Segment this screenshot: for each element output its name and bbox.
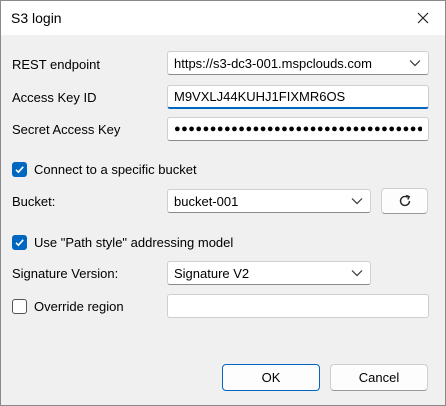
s3-login-dialog: S3 login REST endpoint https://s3-dc3-00…: [0, 0, 446, 406]
access-key-input[interactable]: M9VXLJ44KUHJ1FIXMR6OS: [167, 85, 429, 109]
rest-endpoint-combobox[interactable]: https://s3-dc3-001.mspclouds.com: [167, 51, 429, 75]
access-key-value: M9VXLJ44KUHJ1FIXMR6OS: [174, 89, 346, 104]
override-region-checkbox[interactable]: [12, 299, 27, 314]
bucket-label: Bucket:: [12, 194, 56, 209]
chevron-down-icon: [408, 56, 422, 70]
chevron-down-icon: [350, 266, 364, 280]
path-style-checkbox[interactable]: [12, 235, 27, 250]
override-region-input[interactable]: [167, 294, 429, 318]
signature-version-label: Signature Version:: [12, 266, 119, 281]
refresh-icon: [399, 194, 410, 207]
ok-button[interactable]: OK: [222, 364, 320, 391]
override-region-label[interactable]: Override region: [34, 299, 124, 314]
refresh-bucket-button[interactable]: [381, 188, 428, 214]
cancel-button[interactable]: Cancel: [330, 364, 428, 391]
signature-version-combobox[interactable]: Signature V2: [167, 261, 371, 285]
title-bar: S3 login: [1, 1, 445, 35]
rest-endpoint-value: https://s3-dc3-001.mspclouds.com: [174, 55, 372, 71]
window-title: S3 login: [11, 10, 62, 26]
close-button[interactable]: [401, 1, 445, 35]
checkmark-icon: [15, 166, 24, 174]
chevron-down-icon: [350, 194, 364, 208]
access-key-label: Access Key ID: [12, 90, 97, 105]
signature-version-value: Signature V2: [174, 265, 250, 281]
bucket-value: bucket-001: [174, 193, 239, 209]
connect-bucket-label[interactable]: Connect to a specific bucket: [34, 162, 197, 177]
close-icon: [417, 12, 429, 24]
secret-key-masked-value: ●●●●●●●●●●●●●●●●●●●●●●●●●●●●●●●●●●●●●●●●: [174, 123, 422, 135]
rest-endpoint-label: REST endpoint: [12, 57, 100, 72]
secret-key-label: Secret Access Key: [12, 122, 121, 137]
connect-bucket-checkbox[interactable]: [12, 162, 27, 177]
bucket-combobox[interactable]: bucket-001: [167, 189, 371, 213]
checkmark-icon: [15, 239, 24, 247]
secret-key-input[interactable]: ●●●●●●●●●●●●●●●●●●●●●●●●●●●●●●●●●●●●●●●●: [167, 117, 429, 141]
path-style-label[interactable]: Use "Path style" addressing model: [34, 235, 233, 250]
